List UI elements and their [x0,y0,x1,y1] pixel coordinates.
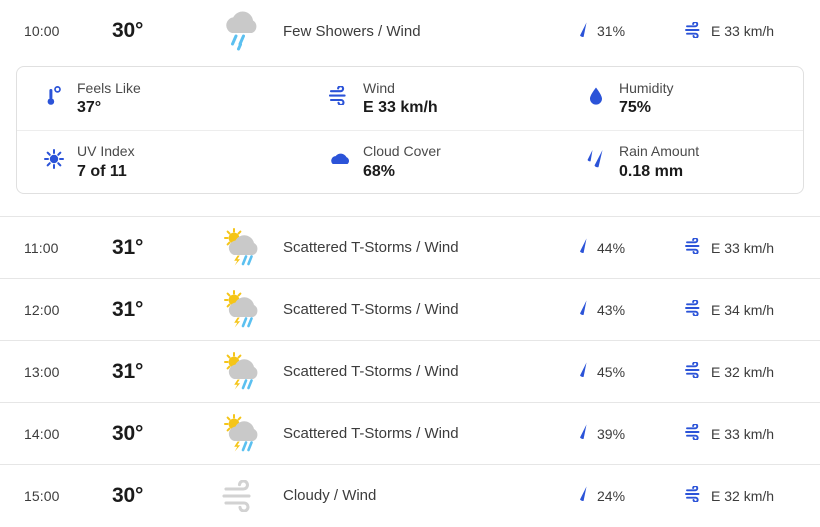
precip-drop-icon [577,423,590,444]
precip-value: 44% [597,239,626,256]
row-condition: Scattered T-Storms / Wind [283,425,459,442]
row-temperature: 30° [112,19,144,42]
row-time: 13:00 [24,363,60,380]
detail-value: E 33 km/h [363,99,438,117]
wind-value: E 33 km/h [711,425,775,442]
sun-uv-icon [43,142,65,176]
row-wind: E 32 km/h [685,485,820,505]
detail-value: 37° [77,99,102,117]
hourly-row-1400[interactable]: 14:00 30° Scattered T-Storms / Wind 39% … [0,402,820,464]
row-temperature: 31° [112,235,144,259]
row-time: 10:00 [24,23,60,39]
hourly-row-1100[interactable]: 11:00 31° Scattered T-Storms / Wind 44% … [0,216,820,278]
row-precipitation: 39% [577,423,685,444]
sun-cloud-thunder-icon [212,351,272,393]
cloud-icon [329,142,351,176]
detail-value: 7 of 11 [77,162,127,180]
row-precipitation: 24% [577,485,685,506]
row-temperature: 30° [112,421,144,445]
detail-label: Humidity [619,79,674,96]
row-wind: E 33 km/h [685,20,820,41]
precip-value: 45% [597,363,626,380]
row-condition: Scattered T-Storms / Wind [283,301,459,318]
wind-gray-icon [212,479,272,512]
row-precipitation: 44% [577,237,685,258]
row-wind: E 33 km/h [685,237,820,257]
row-precipitation: 31% [577,21,685,42]
row-wind: E 32 km/h [685,361,820,381]
wind-value: E 32 km/h [711,363,775,380]
hourly-row-1300[interactable]: 13:00 31° Scattered T-Storms / Wind 45% … [0,340,820,402]
row-time: 11:00 [24,239,59,256]
detail-cloud-cover: Cloud Cover 68% [303,142,559,182]
row-precipitation: 45% [577,361,685,382]
precip-value: 43% [597,301,626,318]
water-drop-icon [585,79,607,113]
detail-label: Cloud Cover [363,143,441,160]
detail-rain-amount: Rain Amount 0.18 mm [559,142,799,182]
details-row-bottom: UV Index 7 of 11 Cloud Cover 68% Rain Am… [17,130,803,193]
row-time: 12:00 [24,301,60,318]
hour-details-panel: Feels Like 37° Wind E 33 km/h Humidity 7… [0,62,820,216]
detail-value: 75% [619,99,652,117]
wind-value: E 32 km/h [711,487,775,504]
row-condition: Scattered T-Storms / Wind [283,363,459,380]
precip-drop-icon [577,237,590,258]
detail-label: UV Index [77,143,135,160]
details-card: Feels Like 37° Wind E 33 km/h Humidity 7… [16,66,804,194]
detail-uv-index: UV Index 7 of 11 [17,142,303,182]
sun-cloud-thunder-icon [212,289,272,331]
wind-icon [685,237,704,257]
wind-icon [329,79,351,113]
wind-icon [685,299,704,319]
row-condition: Cloudy / Wind [283,487,377,504]
row-time: 14:00 [24,425,60,442]
sun-cloud-thunder-icon [212,227,272,269]
precip-drop-icon [577,361,590,382]
row-wind: E 34 km/h [685,299,820,319]
row-time: 15:00 [24,487,60,504]
details-row-top: Feels Like 37° Wind E 33 km/h Humidity 7… [17,67,803,130]
wind-icon [685,423,704,443]
sun-cloud-thunder-icon [212,413,272,455]
row-condition: Few Showers / Wind [283,22,421,40]
detail-humidity: Humidity 75% [559,79,799,119]
row-temperature: 31° [112,359,144,383]
rain-drops-icon [585,142,607,176]
hourly-row-1000[interactable]: 10:00 30° Few Showers / Wind 31% E 33 km… [0,0,820,62]
row-precipitation: 43% [577,299,685,320]
precip-drop-icon [577,485,590,506]
precip-drop-icon [577,299,590,320]
detail-label: Feels Like [77,79,141,96]
precip-drop-icon [577,21,590,42]
precip-value: 39% [597,425,626,442]
hourly-row-1500[interactable]: 15:00 30° Cloudy / Wind 24% E 32 km/h [0,464,820,526]
wind-icon [685,485,704,505]
row-temperature: 30° [112,483,144,507]
wind-value: E 33 km/h [711,23,775,39]
wind-value: E 34 km/h [711,301,775,318]
detail-feels-like: Feels Like 37° [17,79,303,119]
precip-value: 24% [597,487,626,504]
precip-value: 31% [597,23,626,39]
detail-value: 68% [363,162,396,180]
wind-icon [685,20,704,41]
row-temperature: 31° [112,297,144,321]
detail-label: Wind [363,79,395,96]
hourly-row-1200[interactable]: 12:00 31° Scattered T-Storms / Wind 43% … [0,278,820,340]
row-condition: Scattered T-Storms / Wind [283,239,459,256]
detail-label: Rain Amount [619,143,700,160]
hourly-forecast-list: 10:00 30° Few Showers / Wind 31% E 33 km… [0,0,820,527]
wind-icon [685,361,704,381]
row-wind: E 33 km/h [685,423,820,443]
detail-value: 0.18 mm [619,162,684,180]
rain-cloud-icon [212,11,272,51]
wind-value: E 33 km/h [711,239,775,256]
thermometer-icon [43,79,65,113]
detail-wind: Wind E 33 km/h [303,79,559,119]
